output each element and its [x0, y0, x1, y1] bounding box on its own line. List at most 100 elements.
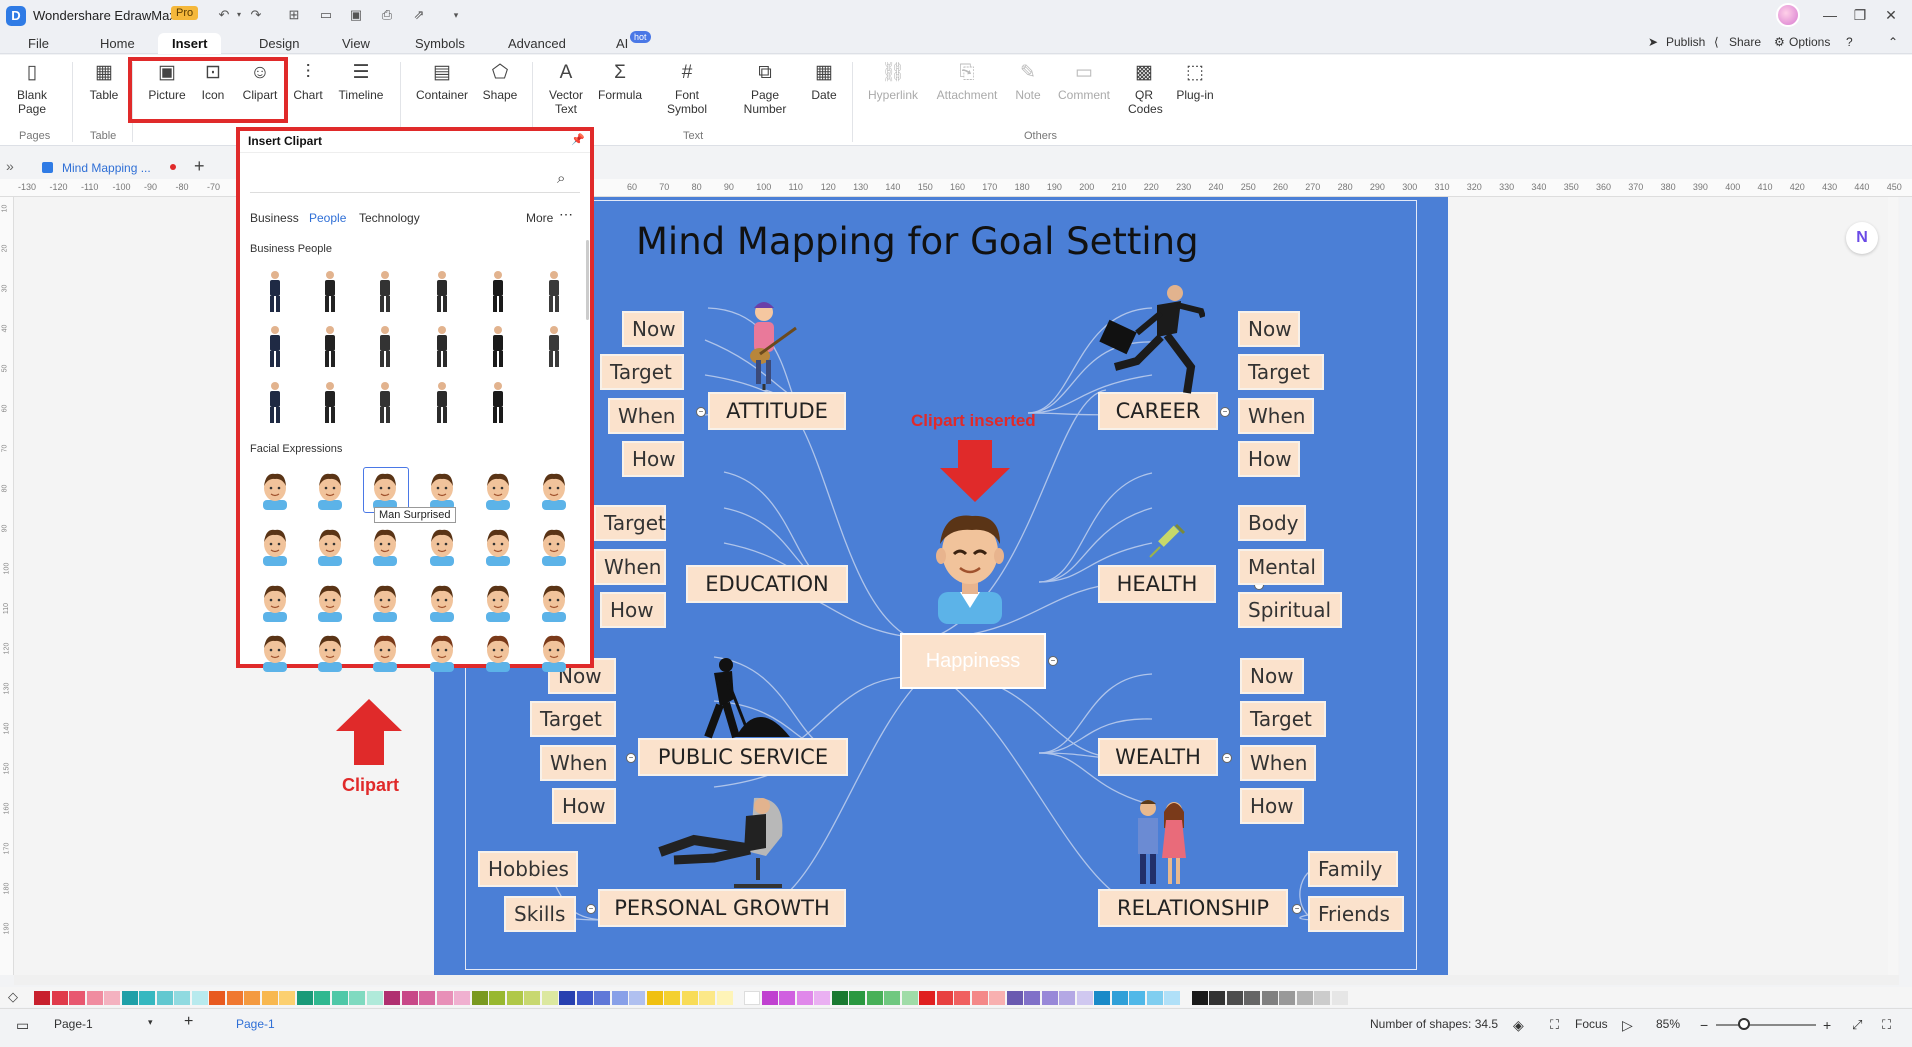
clipart-face-expression[interactable] — [537, 526, 571, 566]
color-swatch[interactable] — [401, 991, 418, 1005]
collapse-toggle[interactable]: − — [626, 753, 636, 763]
color-swatch[interactable] — [611, 991, 628, 1005]
expand-panel-icon[interactable]: » — [6, 158, 14, 174]
color-swatch[interactable] — [69, 991, 85, 1005]
clipart-business-person[interactable] — [260, 325, 290, 369]
collapse-toggle[interactable]: − — [586, 904, 596, 914]
play-icon[interactable]: ▷ — [1622, 1017, 1633, 1034]
tab-file[interactable]: File — [14, 33, 63, 54]
undo-icon[interactable]: ↶ — [214, 6, 234, 24]
color-swatch[interactable] — [524, 991, 540, 1005]
leaf-relationship-friends[interactable]: Friends — [1308, 896, 1404, 932]
color-swatch[interactable] — [244, 991, 260, 1005]
fill-bucket-icon[interactable]: ◇ — [8, 989, 18, 1005]
table-button[interactable]: ▦ Table — [84, 62, 124, 102]
document-tab[interactable]: Mind Mapping ... — [62, 161, 151, 175]
export-icon[interactable]: ⇗ — [409, 6, 429, 24]
color-swatch[interactable] — [156, 991, 173, 1005]
color-swatch[interactable] — [989, 991, 1005, 1005]
color-swatch[interactable] — [296, 991, 313, 1005]
tab-view[interactable]: View — [328, 33, 384, 54]
collapse-toggle[interactable]: − — [1220, 407, 1230, 417]
collapse-toggle[interactable]: − — [1222, 753, 1232, 763]
plugin-button[interactable]: ⬚ Plug-in — [1172, 62, 1218, 102]
new-file-icon[interactable]: ⊞ — [284, 6, 304, 24]
tab-advanced[interactable]: Advanced — [494, 33, 580, 54]
undo-dropdown-icon[interactable]: ▾ — [234, 6, 244, 24]
clipart-business-person[interactable] — [260, 270, 290, 314]
clipart-face-expression[interactable] — [258, 526, 292, 566]
color-swatch[interactable] — [761, 991, 778, 1005]
running-businessman-clipart[interactable] — [1097, 283, 1205, 401]
category-people[interactable]: People — [309, 211, 346, 225]
color-swatch[interactable] — [576, 991, 593, 1005]
color-swatch[interactable] — [226, 991, 243, 1005]
leaf-attitude-when[interactable]: When — [608, 398, 684, 434]
color-swatch[interactable] — [954, 991, 970, 1005]
clipart-face-expression[interactable] — [258, 582, 292, 622]
minimize-icon[interactable]: — — [1815, 4, 1845, 26]
clipart-face-expression[interactable] — [313, 632, 347, 672]
color-swatch[interactable] — [471, 991, 488, 1005]
color-swatch[interactable] — [489, 991, 505, 1005]
timeline-button[interactable]: ☰ Timeline — [336, 62, 386, 102]
clipart-business-person[interactable] — [260, 381, 290, 425]
color-swatch[interactable] — [884, 991, 900, 1005]
chart-button[interactable]: ⫶ Chart — [290, 62, 326, 102]
note-button[interactable]: ✎ Note — [1012, 62, 1044, 102]
center-node[interactable]: Happiness — [900, 633, 1046, 689]
clipart-business-person[interactable] — [539, 270, 569, 314]
clipart-face-expression[interactable] — [368, 632, 402, 672]
color-swatch[interactable] — [139, 991, 155, 1005]
publish-button[interactable]: Publish — [1666, 35, 1705, 49]
icon-button[interactable]: ⊡ Icon — [198, 62, 228, 102]
color-swatch[interactable] — [814, 991, 830, 1005]
container-button[interactable]: ▤ Container — [414, 62, 470, 102]
color-swatch[interactable] — [1331, 991, 1348, 1005]
open-folder-icon[interactable]: ▭ — [316, 6, 336, 24]
zoom-out-button[interactable]: − — [1700, 1017, 1708, 1033]
save-icon[interactable]: ▣ — [346, 6, 366, 24]
leaf-attitude-now[interactable]: Now — [622, 311, 684, 347]
clipart-face-expression[interactable] — [258, 470, 292, 510]
category-technology[interactable]: Technology — [359, 211, 420, 225]
layers-icon[interactable]: ◈ — [1513, 1017, 1524, 1034]
options-button[interactable]: Options — [1789, 35, 1830, 49]
clipart-face-expression[interactable] — [425, 526, 459, 566]
smiling-man-clipart[interactable] — [932, 510, 1008, 624]
leaf-attitude-how[interactable]: How — [622, 441, 684, 477]
color-swatch[interactable] — [506, 991, 523, 1005]
clipart-face-expression[interactable] — [481, 526, 515, 566]
picture-button[interactable]: ▣ Picture — [146, 62, 188, 102]
customize-toolbar-icon[interactable]: ▾ — [446, 6, 466, 24]
leaf-education-how[interactable]: How — [600, 592, 666, 628]
clipart-business-person[interactable] — [370, 381, 400, 425]
tab-insert[interactable]: Insert — [158, 33, 222, 54]
clipart-face-expression[interactable] — [258, 632, 292, 672]
color-swatch[interactable] — [279, 991, 295, 1005]
color-swatch[interactable] — [454, 991, 470, 1005]
add-document-button[interactable]: + — [194, 156, 205, 177]
color-swatch[interactable] — [699, 991, 715, 1005]
color-swatch[interactable] — [366, 991, 383, 1005]
color-swatch[interactable] — [1129, 991, 1145, 1005]
color-swatch[interactable] — [681, 991, 698, 1005]
relaxing-businessman-clipart[interactable] — [654, 792, 794, 892]
shape-button[interactable]: ⬠ Shape — [480, 62, 520, 102]
color-swatch[interactable] — [121, 991, 138, 1005]
formula-button[interactable]: Σ Formula — [596, 62, 644, 102]
color-swatch[interactable] — [849, 991, 865, 1005]
clipart-business-person[interactable] — [427, 325, 457, 369]
color-swatch[interactable] — [594, 991, 610, 1005]
blank-page-button[interactable]: ▯ Blank Page — [12, 62, 52, 116]
color-swatch[interactable] — [744, 991, 760, 1005]
page-tab[interactable]: Page-1 — [236, 1017, 275, 1031]
color-swatch[interactable] — [1226, 991, 1243, 1005]
color-swatch[interactable] — [1164, 991, 1180, 1005]
clipart-face-expression[interactable] — [313, 470, 347, 510]
hyperlink-button[interactable]: ⛓ Hyperlink — [866, 62, 920, 102]
color-swatch[interactable] — [1076, 991, 1093, 1005]
color-swatch[interactable] — [1209, 991, 1225, 1005]
syringe-clipart[interactable] — [1146, 521, 1186, 561]
tab-home[interactable]: Home — [86, 33, 149, 54]
